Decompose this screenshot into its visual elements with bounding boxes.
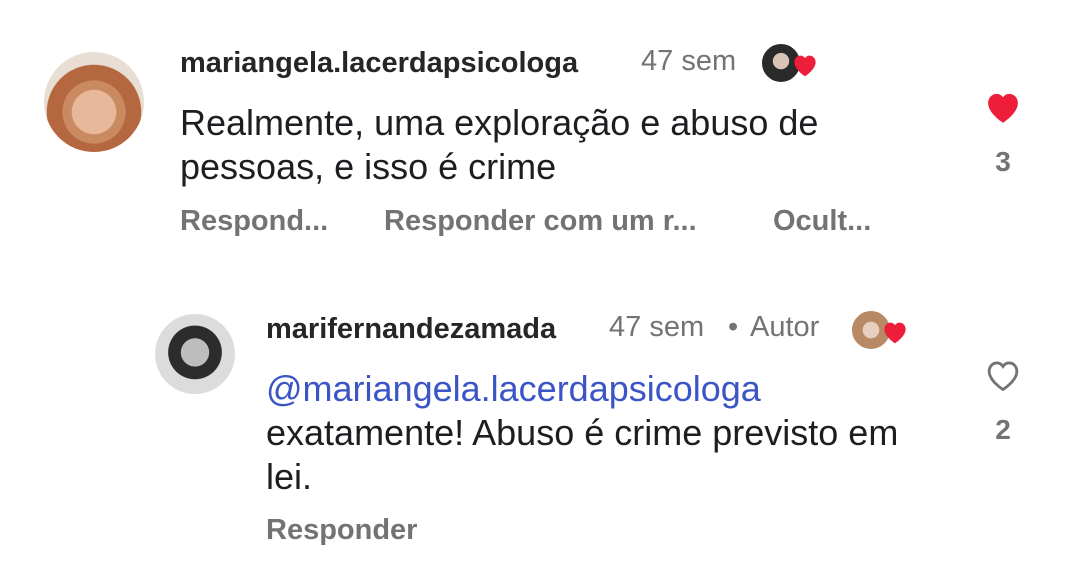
author-liked-badge bbox=[760, 42, 820, 86]
avatar[interactable] bbox=[155, 314, 235, 394]
heart-icon bbox=[794, 55, 816, 77]
heart-icon bbox=[884, 322, 906, 344]
author-liked-badge bbox=[850, 309, 910, 353]
reply-with-reel-button[interactable]: Responder com um r... bbox=[384, 205, 697, 238]
reply-button[interactable]: Responder bbox=[266, 514, 417, 547]
reply-timestamp: 47 sem bbox=[609, 311, 705, 343]
like-heart-icon[interactable] bbox=[980, 86, 1026, 128]
author-badge: Autor bbox=[750, 311, 820, 343]
meta-separator: • bbox=[728, 311, 739, 343]
reply-text: exatamente! Abuso é crime previsto em le… bbox=[266, 412, 899, 497]
like-heart-outline-icon[interactable] bbox=[980, 354, 1026, 396]
like-count: 2 bbox=[995, 414, 1011, 445]
reply-text-block: @mariangela.lacerdapsicologa exatamente!… bbox=[266, 367, 946, 499]
reply-button[interactable]: Respond... bbox=[180, 205, 328, 238]
comment-username[interactable]: mariangela.lacerdapsicologa bbox=[180, 47, 578, 80]
comment-timestamp: 47 sem bbox=[641, 45, 737, 77]
comment-text: Realmente, uma exploração e abuso de pes… bbox=[180, 102, 819, 187]
avatar[interactable] bbox=[44, 52, 144, 152]
mention-link[interactable]: @mariangela.lacerdapsicologa bbox=[266, 368, 761, 409]
hide-button[interactable]: Ocult... bbox=[773, 205, 871, 238]
reply-username[interactable]: marifernandezamada bbox=[266, 313, 556, 346]
like-count: 3 bbox=[995, 146, 1011, 177]
